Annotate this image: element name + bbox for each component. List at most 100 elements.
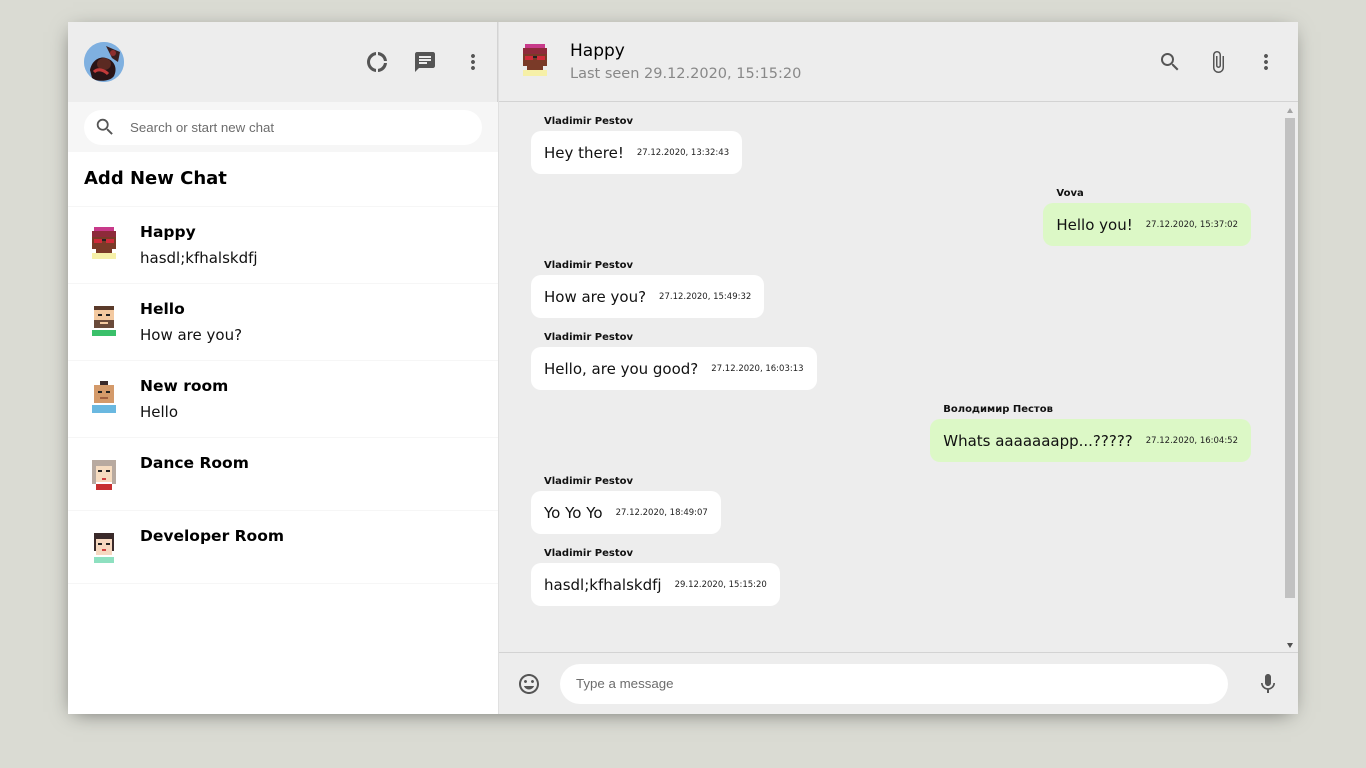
message-bubble: hasdl;kfhalskdfj 29.12.2020, 15:15:20 bbox=[531, 563, 780, 606]
emoji-icon bbox=[517, 672, 541, 696]
sidebar-menu-button[interactable] bbox=[457, 46, 489, 78]
new-chat-button[interactable] bbox=[409, 46, 441, 78]
scroll-down-arrow-icon[interactable] bbox=[1286, 643, 1293, 648]
chat-list: Add New Chat Happy hasdl;kfhalskdfj Hell… bbox=[68, 152, 498, 714]
chat-name: New room bbox=[140, 377, 229, 395]
chat-info: New room Hello bbox=[140, 377, 228, 437]
scrollbar[interactable] bbox=[1284, 106, 1296, 652]
emoji-button[interactable] bbox=[513, 668, 545, 700]
chat-info: Developer Room bbox=[140, 527, 284, 583]
search-input[interactable] bbox=[130, 119, 441, 135]
chat-info: Dance Room bbox=[140, 454, 249, 510]
message-text: Hey there! bbox=[544, 143, 624, 162]
message-author: Володимир Пестов bbox=[943, 404, 1053, 415]
message-text: How are you? bbox=[544, 287, 647, 306]
message-bubble: Hey there! 27.12.2020, 13:32:43 bbox=[531, 131, 743, 174]
message: Vladimir Pestov hasdl;kfhalskdfj 29.12.2… bbox=[531, 548, 1251, 606]
chat-info: Hello How are you? bbox=[140, 300, 242, 360]
user-avatar[interactable] bbox=[84, 42, 124, 82]
last-seen: Last seen 29.12.2020, 15:15:20 bbox=[570, 66, 802, 82]
message-timestamp: 27.12.2020, 16:04:52 bbox=[1145, 435, 1238, 446]
avatar bbox=[88, 527, 120, 571]
chat-name: Dance Room bbox=[140, 454, 249, 472]
avatar bbox=[88, 300, 120, 344]
chat-icon bbox=[413, 50, 437, 74]
message-timestamp: 29.12.2020, 15:15:20 bbox=[674, 579, 767, 590]
more-vert-icon bbox=[461, 50, 485, 74]
chat-name: Happy bbox=[140, 223, 196, 241]
message-outgoing: Володимир Пестов Whats aaaaaaapp...?????… bbox=[531, 404, 1251, 462]
chat-last-message: How are you? bbox=[140, 326, 243, 344]
message-input-box bbox=[560, 663, 1228, 704]
chat-panel: Happy Last seen 29.12.2020, 15:15:20 Vla… bbox=[499, 22, 1298, 714]
chat-menu-button[interactable] bbox=[1250, 46, 1282, 78]
message-timestamp: 27.12.2020, 15:49:32 bbox=[659, 291, 752, 302]
avatar bbox=[88, 223, 120, 267]
message-bubble: Yo Yo Yo 27.12.2020, 18:49:07 bbox=[531, 491, 721, 534]
room-name: Happy bbox=[570, 41, 625, 61]
mic-icon bbox=[1256, 672, 1280, 696]
message-text: Hello you! bbox=[1056, 215, 1133, 234]
attach-button[interactable] bbox=[1202, 46, 1234, 78]
room-avatar[interactable] bbox=[519, 42, 551, 82]
chat-header-actions bbox=[1154, 46, 1282, 78]
message-input[interactable] bbox=[576, 676, 1212, 691]
chat-list-item[interactable]: Developer Room bbox=[68, 511, 498, 584]
message-list: Vladimir Pestov Hey there! 27.12.2020, 1… bbox=[499, 102, 1298, 652]
message-text: Whats aaaaaaapp...????? bbox=[943, 431, 1133, 450]
message-bubble: Hello, are you good? 27.12.2020, 16:03:1… bbox=[531, 347, 817, 390]
message-text: Hello, are you good? bbox=[544, 359, 699, 378]
search-icon bbox=[94, 116, 116, 138]
message: Vladimir Pestov How are you? 27.12.2020,… bbox=[531, 260, 1251, 318]
chat-list-item[interactable]: Hello How are you? bbox=[68, 284, 498, 361]
message: Vladimir Pestov Yo Yo Yo 27.12.2020, 18:… bbox=[531, 476, 1251, 534]
scrollbar-thumb[interactable] bbox=[1285, 118, 1295, 598]
chat-name: Developer Room bbox=[140, 527, 284, 545]
search-messages-button[interactable] bbox=[1154, 46, 1186, 78]
add-new-chat-label: Add New Chat bbox=[84, 168, 227, 189]
message: Vladimir Pestov Hello, are you good? 27.… bbox=[531, 332, 1251, 390]
message-timestamp: 27.12.2020, 18:49:07 bbox=[615, 507, 708, 518]
sidebar: Add New Chat Ha bbox=[68, 22, 499, 714]
chat-header-info: Happy Last seen 29.12.2020, 15:15:20 bbox=[570, 41, 1154, 82]
attach-file-icon bbox=[1206, 50, 1230, 74]
sidebar-header-actions bbox=[361, 46, 489, 78]
message-text: hasdl;kfhalskdfj bbox=[544, 575, 662, 594]
chat-last-message: hasdl;kfhalskdfj bbox=[140, 249, 258, 267]
search-icon bbox=[1158, 50, 1182, 74]
more-vert-icon bbox=[1254, 50, 1278, 74]
message-bubble: Whats aaaaaaapp...????? 27.12.2020, 16:0… bbox=[930, 419, 1251, 462]
message: Vladimir Pestov Hey there! 27.12.2020, 1… bbox=[531, 116, 1251, 174]
message-author: Vladimir Pestov bbox=[544, 332, 633, 343]
add-new-chat-button[interactable]: Add New Chat bbox=[68, 152, 498, 207]
chat-footer bbox=[499, 652, 1298, 714]
message-author: Vladimir Pestov bbox=[544, 260, 633, 271]
chat-last-message: Hello bbox=[140, 403, 179, 421]
donut-large-icon bbox=[365, 50, 389, 74]
sidebar-header bbox=[68, 22, 498, 102]
chat-list-item[interactable]: New room Hello bbox=[68, 361, 498, 438]
message-bubble: Hello you! 27.12.2020, 15:37:02 bbox=[1043, 203, 1251, 246]
search-box bbox=[84, 109, 482, 145]
avatar bbox=[88, 377, 120, 421]
message-timestamp: 27.12.2020, 15:37:02 bbox=[1145, 219, 1238, 230]
chat-list-item[interactable]: Happy hasdl;kfhalskdfj bbox=[68, 207, 498, 284]
message-author: Vladimir Pestov bbox=[544, 548, 633, 559]
status-button[interactable] bbox=[361, 46, 393, 78]
search-bar bbox=[68, 102, 498, 152]
avatar bbox=[88, 454, 120, 498]
message-author: Vova bbox=[1056, 188, 1084, 199]
chat-name: Hello bbox=[140, 300, 185, 318]
message-author: Vladimir Pestov bbox=[544, 476, 633, 487]
message-outgoing: Vova Hello you! 27.12.2020, 15:37:02 bbox=[531, 188, 1251, 246]
scroll-up-arrow-icon[interactable] bbox=[1287, 108, 1293, 113]
chat-list-item[interactable]: Dance Room bbox=[68, 438, 498, 511]
message-author: Vladimir Pestov bbox=[544, 116, 633, 127]
mic-button[interactable] bbox=[1252, 668, 1284, 700]
chat-app-window: Add New Chat Ha bbox=[68, 22, 1298, 714]
chat-header: Happy Last seen 29.12.2020, 15:15:20 bbox=[499, 22, 1298, 102]
message-timestamp: 27.12.2020, 16:03:13 bbox=[711, 363, 804, 374]
message-timestamp: 27.12.2020, 13:32:43 bbox=[636, 147, 730, 158]
chat-info: Happy hasdl;kfhalskdfj bbox=[140, 223, 258, 283]
message-bubble: How are you? 27.12.2020, 15:49:32 bbox=[531, 275, 765, 318]
